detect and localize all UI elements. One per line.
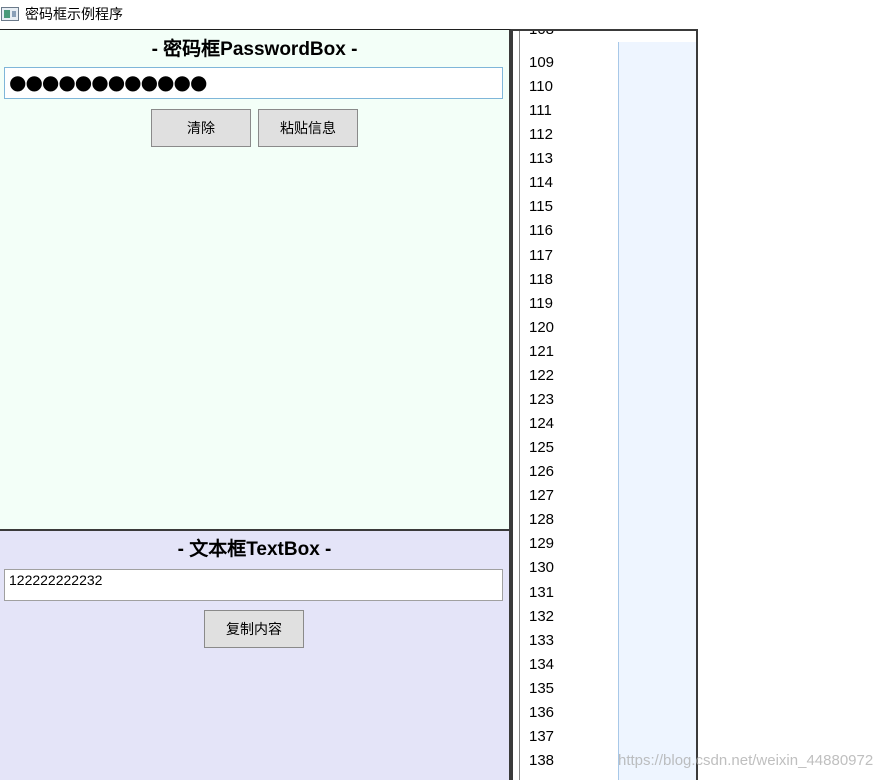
clear-button[interactable]: 清除 bbox=[151, 109, 251, 147]
watermark-text: https://blog.csdn.net/weixin_44880972 bbox=[618, 752, 874, 769]
list-item[interactable]: 125 bbox=[529, 439, 554, 457]
list-item[interactable]: 128 bbox=[529, 511, 554, 529]
app-window-icon bbox=[1, 7, 19, 21]
password-box[interactable]: ●●●●●●●●●●●● bbox=[4, 67, 503, 99]
list-item[interactable]: 110 bbox=[529, 78, 553, 96]
list-item[interactable]: 124 bbox=[529, 415, 554, 433]
list-item[interactable]: 120 bbox=[529, 319, 554, 337]
textbox-panel-heading: - 文本框TextBox - bbox=[177, 539, 332, 560]
list-item[interactable]: 117 bbox=[529, 247, 553, 265]
list-item[interactable]: 126 bbox=[529, 463, 554, 481]
list-item[interactable]: 109 bbox=[529, 54, 554, 72]
list-item[interactable]: 133 bbox=[529, 632, 554, 650]
list-item[interactable]: 122 bbox=[529, 367, 554, 385]
list-item[interactable]: 132 bbox=[529, 608, 554, 626]
list-item[interactable]: 113 bbox=[529, 150, 553, 168]
list-item[interactable]: 130 bbox=[529, 559, 554, 577]
list-item[interactable]: 118 bbox=[529, 271, 553, 289]
list-item[interactable]: 116 bbox=[529, 222, 553, 240]
list-item[interactable]: 111 bbox=[529, 102, 552, 120]
list-item[interactable]: 121 bbox=[529, 343, 554, 361]
list-item[interactable]: 131 bbox=[529, 584, 554, 602]
list-item[interactable]: 115 bbox=[529, 198, 553, 216]
password-panel-heading: - 密码框PasswordBox - bbox=[151, 39, 358, 60]
list-item[interactable]: 114 bbox=[529, 174, 553, 192]
paste-info-button[interactable]: 粘贴信息 bbox=[258, 109, 358, 147]
textbox-panel: - 文本框TextBox - 122222222232 复制内容 bbox=[0, 529, 511, 780]
number-list-box[interactable]: 108 109 110 111 112 113 114 115 116 117 118 119 120… bbox=[511, 29, 698, 780]
list-item[interactable]: 129 bbox=[529, 535, 554, 553]
list-item[interactable]: 112 bbox=[529, 126, 553, 144]
window-title: 密码框示例程序 bbox=[25, 6, 123, 22]
list-item[interactable]: 108 bbox=[529, 31, 554, 39]
list-item[interactable]: 123 bbox=[529, 391, 554, 409]
list-item[interactable]: 138 bbox=[529, 752, 554, 770]
list-item[interactable]: 137 bbox=[529, 728, 554, 746]
copy-content-button[interactable]: 复制内容 bbox=[204, 610, 304, 648]
list-item[interactable]: 127 bbox=[529, 487, 554, 505]
list-item[interactable]: 119 bbox=[529, 295, 553, 313]
text-box[interactable]: 122222222232 bbox=[4, 569, 503, 601]
list-item[interactable]: 136 bbox=[529, 704, 554, 722]
list-selection-strip bbox=[618, 42, 696, 780]
window-titlebar: 密码框示例程序 bbox=[0, 0, 896, 29]
list-item[interactable]: 135 bbox=[529, 680, 554, 698]
list-viewport[interactable]: 108 109 110 111 112 113 114 115 116 117 118 119 120… bbox=[519, 31, 696, 780]
list-item[interactable]: 134 bbox=[529, 656, 554, 674]
password-panel: - 密码框PasswordBox - ●●●●●●●●●●●● 清除 粘贴信息 bbox=[0, 29, 511, 529]
